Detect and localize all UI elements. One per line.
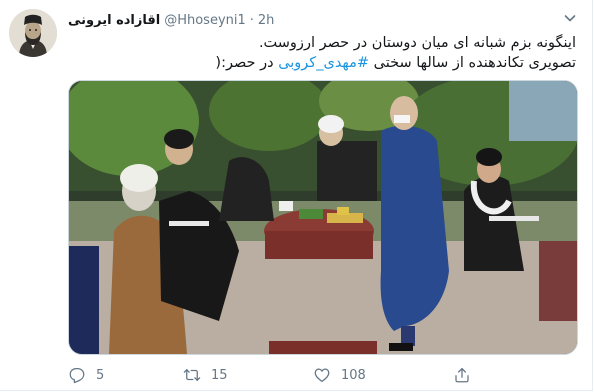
separator-dot: · <box>249 12 254 28</box>
tweet-card[interactable]: اقازاده ایرونی @Hhoseyni1 · 2h اینگونه ب… <box>0 0 593 391</box>
retweet-icon <box>183 369 201 381</box>
user-handle[interactable]: @Hhoseyni1 <box>164 13 246 28</box>
tweet-text-line-2-end: در حصر:( <box>215 55 279 71</box>
reply-icon <box>69 367 85 384</box>
avatar[interactable] <box>9 9 57 57</box>
share-button[interactable] <box>453 366 471 384</box>
reply-count: 5 <box>96 367 105 383</box>
heart-icon <box>314 368 330 383</box>
chevron-down-icon[interactable] <box>562 10 578 26</box>
tweet-text-line-2: تصویری تکاندهنده از سالها سختی #مهدی_کرو… <box>68 53 576 73</box>
avatar-portrait-image <box>9 9 57 57</box>
hashtag-link[interactable]: #مهدی_کروبی <box>278 55 369 71</box>
tweet-text-line-1: اینگونه بزم شبانه ای میان دوستان در حصر … <box>258 35 576 51</box>
like-count: 108 <box>341 367 366 383</box>
tweet-text-line-2-start: تصویری تکاندهنده از سالها سختی <box>369 55 576 71</box>
retweet-count: 15 <box>211 367 228 383</box>
retweet-button[interactable]: 15 <box>183 366 313 384</box>
share-icon <box>455 367 469 383</box>
tweet-header: اقازاده ایرونی @Hhoseyni1 · 2h <box>68 10 274 30</box>
reply-button[interactable]: 5 <box>68 366 183 384</box>
display-name[interactable]: اقازاده ایرونی <box>68 13 160 28</box>
tweet-text: اینگونه بزم شبانه ای میان دوستان در حصر … <box>68 33 576 73</box>
like-button[interactable]: 108 <box>313 366 453 384</box>
tweet-photo[interactable] <box>68 80 578 355</box>
tweet-actions: 5 15 108 <box>68 366 498 384</box>
tweet-timestamp[interactable]: 2h <box>258 13 275 28</box>
garden-gathering-photo <box>69 81 577 354</box>
